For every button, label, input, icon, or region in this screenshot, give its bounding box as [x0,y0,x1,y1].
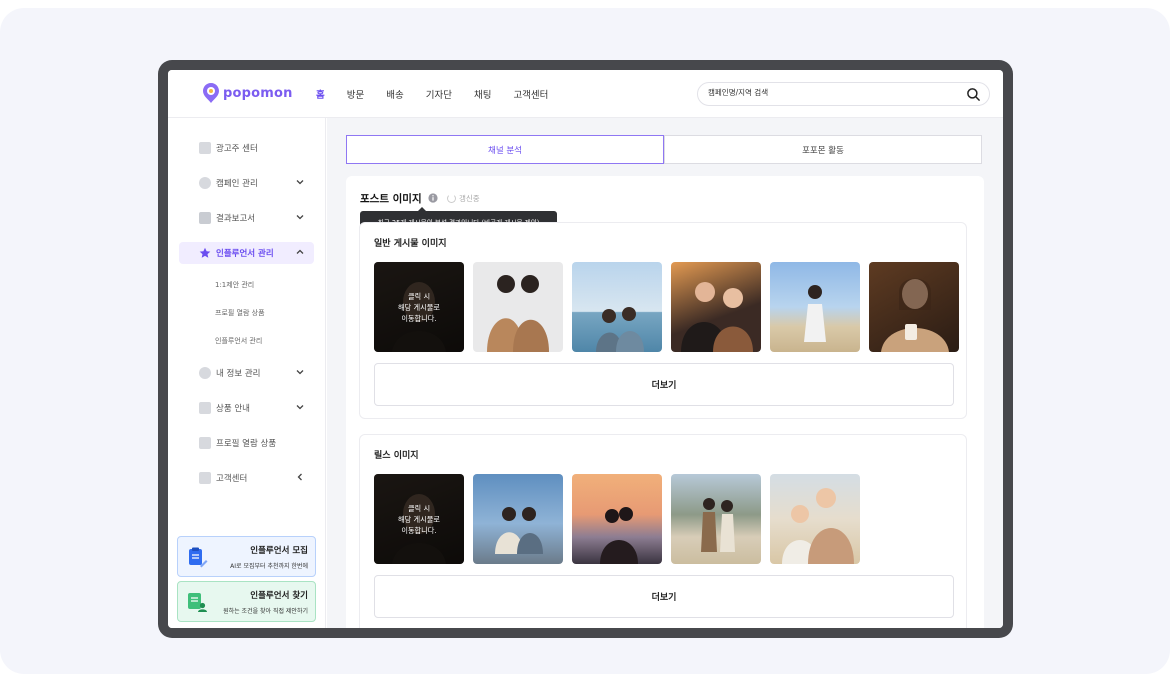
more-button[interactable]: 더보기 [374,575,954,618]
nav-visit[interactable]: 방문 [347,87,364,101]
promo-find-influencer[interactable]: 인플루언서 찾기 원하는 조건을 찾아 직접 제안하기 [177,581,316,622]
sidebar-item-label: 고객센터 [216,474,248,484]
chevron-down-icon [296,215,304,220]
profile-search-icon [188,593,207,612]
nav-delivery[interactable]: 배송 [386,87,403,101]
sidebar-subitem-influencer-manage[interactable]: 인플루언서 관리 [215,336,262,346]
sidebar-item-support[interactable]: 고객센터 [179,467,314,489]
promo-title: 인플루언서 찾기 [250,591,308,601]
thumbnail-row: 클릭 시 해당 게시물로 이동합니다. [374,474,860,564]
logo-icon [203,83,219,103]
spinner-icon [447,194,456,203]
brand-name: popomon [223,85,293,101]
main-content: 채널 분석 포포몬 활동 포스트 이미지 갱신중 최근 25개 게시물의 분석 … [327,118,1003,628]
page-background: popomon 홈 방문 배송 기자단 채팅 고객센터 캠페인명/지역 검색 광… [0,8,1170,674]
selfie-couple-image [782,488,854,564]
beach-woman-image [804,285,826,342]
chat-icon [199,472,211,484]
sidebar-item-label: 프로필 열람 상품 [216,439,277,449]
reel-thumbnail[interactable] [770,474,860,564]
tab-popomon-activity[interactable]: 포포몬 활동 [664,135,982,164]
chevron-up-icon [296,249,304,254]
sidebar-item-label: 광고주 센터 [216,144,258,154]
sidebar-item-label: 결과보고서 [216,214,256,224]
post-thumbnail[interactable] [869,262,959,352]
sunset-couple-image [600,507,638,564]
chevron-down-icon [296,370,304,375]
promo-recruit-influencer[interactable]: 인플루언서 모집 AI로 모집부터 추천까지 한번에 [177,536,316,577]
clipboard-icon [189,547,208,568]
sidebar-item-campaign[interactable]: 캠페인 관리 [179,172,314,194]
reels-section: 릴스 이미지 클릭 시 해당 게시물로 이동합니다. 더보기 [359,434,967,628]
post-thumbnail[interactable] [671,262,761,352]
search-box [697,82,990,106]
sidebar-item-products[interactable]: 상품 안내 [179,397,314,419]
section-title: 릴스 이미지 [374,451,419,461]
chevron-left-icon [297,473,302,481]
woman-coffee-image [881,278,949,352]
post-thumbnail[interactable] [572,262,662,352]
card-icon [199,402,211,414]
thumbnail-overlay-text: 클릭 시 해당 게시물로 이동합니다. [398,291,440,323]
reel-thumbnail[interactable] [572,474,662,564]
sidebar-item-advertiser-center[interactable]: 광고주 센터 [179,137,314,159]
user-icon [199,367,211,379]
post-images-card: 포스트 이미지 갱신중 최근 25개 게시물의 분석 결과입니다.(비공개 게시… [346,176,984,628]
nav-reporters[interactable]: 기자단 [426,87,452,101]
reel-thumbnail[interactable] [671,474,761,564]
promo-desc: AI로 모집부터 추천까지 한번에 [230,563,308,570]
building-icon [199,142,211,154]
brand-logo[interactable]: popomon [202,82,293,104]
couple-sitting-image [495,507,543,554]
sidebar: 광고주 센터 캠페인 관리 결과보고서 인플루언서 관리 1:1제안 관리 프로… [168,118,326,628]
thumbnail-overlay-text: 클릭 시 해당 게시물로 이동합니다. [398,503,440,535]
refresh-status: 갱신중 [447,193,480,204]
promo-desc: 원하는 조건을 찾아 직접 제안하기 [223,608,308,615]
document-icon [199,212,211,224]
post-thumbnail[interactable] [770,262,860,352]
info-icon[interactable] [428,193,438,203]
sidebar-item-label: 상품 안내 [216,404,250,414]
search-input[interactable] [708,88,948,97]
sidebar-item-profile-view[interactable]: 프로필 열람 상품 [179,432,314,454]
post-thumbnail[interactable]: 클릭 시 해당 게시물로 이동합니다. [374,262,464,352]
id-card-icon [199,437,211,449]
thumbnail-row: 클릭 시 해당 게시물로 이동합니다. [374,262,959,352]
top-bar: popomon 홈 방문 배송 기자단 채팅 고객센터 [168,70,1003,118]
regular-posts-section: 일반 게시물 이미지 클릭 시 해당 게시물로 이동합니다. 더보기 [359,222,967,419]
sidebar-item-reports[interactable]: 결과보고서 [179,207,314,229]
couple-image [681,282,753,352]
sidebar-item-influencer[interactable]: 인플루언서 관리 [179,242,314,264]
sidebar-item-label: 인플루언서 관리 [216,249,274,259]
device-frame: popomon 홈 방문 배송 기자단 채팅 고객센터 캠페인명/지역 검색 광… [158,60,1013,638]
star-icon [199,247,211,258]
post-images-title: 포스트 이미지 [360,193,422,205]
tab-channel-analysis[interactable]: 채널 분석 [346,135,664,164]
sidebar-item-my-info[interactable]: 내 정보 관리 [179,362,314,384]
more-button[interactable]: 더보기 [374,363,954,406]
nav-chat[interactable]: 채팅 [474,87,491,101]
app-screen: popomon 홈 방문 배송 기자단 채팅 고객센터 캠페인명/지역 검색 광… [168,70,1003,628]
section-title: 일반 게시물 이미지 [374,239,447,249]
nav-home[interactable]: 홈 [316,87,325,101]
main-nav: 홈 방문 배송 기자단 채팅 고객센터 [316,87,548,101]
sidebar-item-label: 캠페인 관리 [216,179,258,189]
gear-icon [199,177,211,189]
sidebar-subitem-profile-products[interactable]: 프로필 열람 상품 [215,308,265,318]
search-icon[interactable] [966,87,981,102]
post-thumbnail[interactable] [473,262,563,352]
promo-title: 인플루언서 모집 [250,546,308,556]
nav-support[interactable]: 고객센터 [513,87,548,101]
sidebar-subitem-proposals[interactable]: 1:1제안 관리 [215,280,254,290]
walking-couple-image [701,498,735,552]
couple-image [487,275,549,352]
chevron-down-icon [296,405,304,410]
reel-thumbnail[interactable]: 클릭 시 해당 게시물로 이동합니다. [374,474,464,564]
tab-bar: 채널 분석 포포몬 활동 [346,135,982,164]
sidebar-item-label: 내 정보 관리 [216,369,261,379]
chevron-down-icon [296,180,304,185]
reel-thumbnail[interactable] [473,474,563,564]
refresh-status-text: 갱신중 [459,194,480,203]
beach-couple-image [596,307,644,352]
